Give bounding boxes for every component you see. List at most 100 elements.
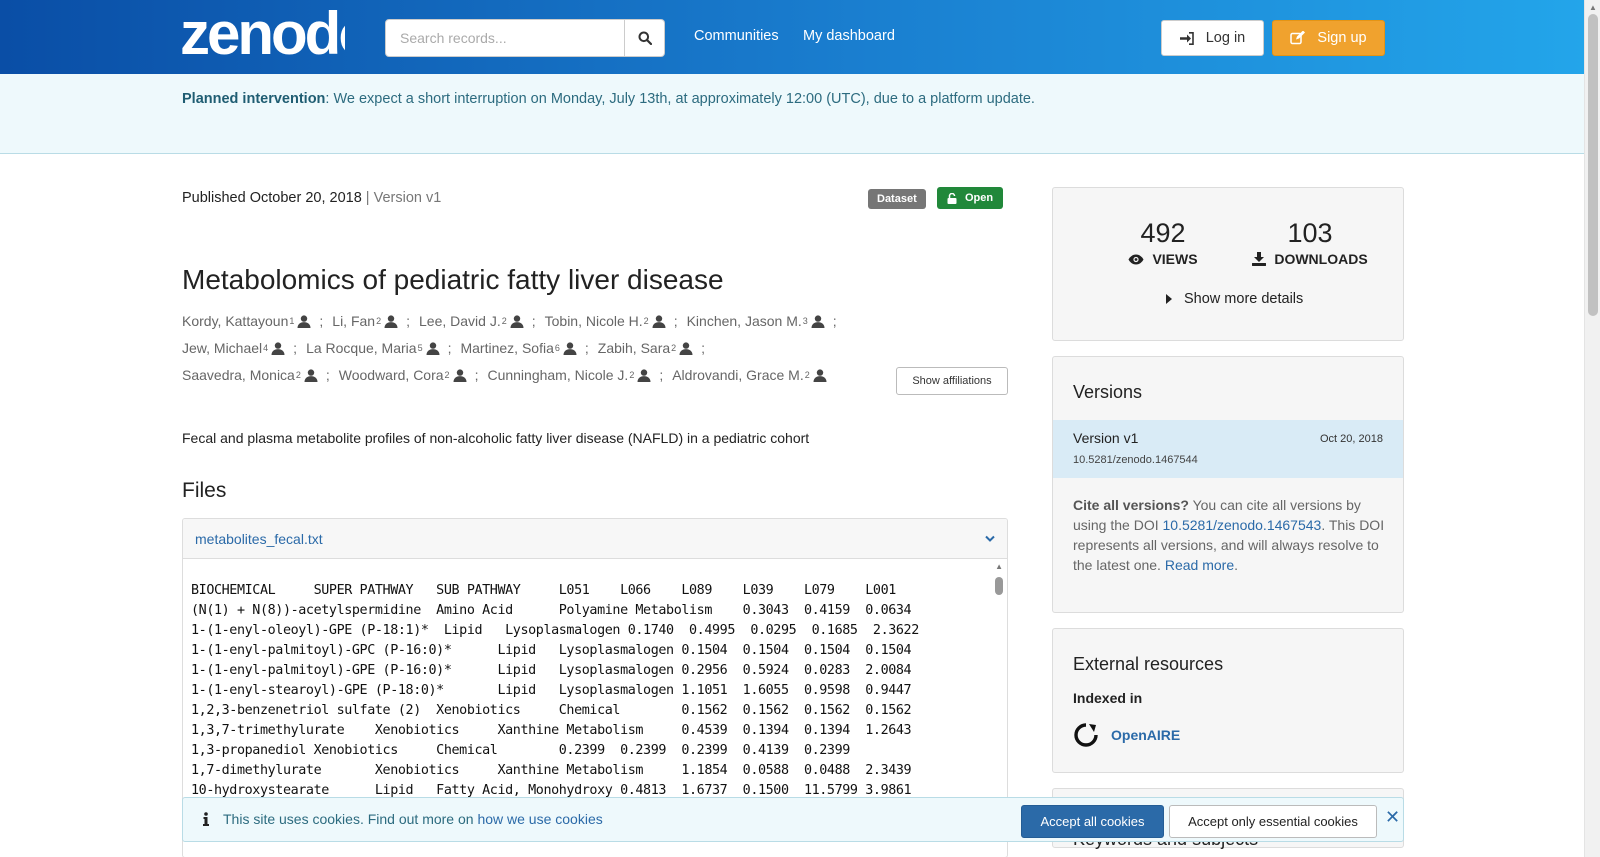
preview-line: BIOCHEMICAL SUPER PATHWAY SUB PATHWAY L0… [191,583,896,598]
info-icon [203,812,209,826]
indexed-in-label: Indexed in [1073,690,1143,706]
page-scrollbar[interactable]: ▲ [1584,0,1600,857]
external-resources-heading: External resources [1073,654,1224,674]
signup-button[interactable]: Sign up [1272,20,1385,56]
author-item[interactable]: Cunningham, Nicole J. 2 [487,362,651,389]
external-resources-card: External resources Indexed in OpenAIRE [1052,628,1404,773]
page-scrollbar-thumb[interactable] [1588,14,1598,316]
author-separator: ; [293,340,298,356]
versions-card: Versions Version v1 Oct 20, 2018 10.5281… [1052,356,1404,613]
scroll-up-icon[interactable]: ▲ [1589,3,1597,12]
author-separator: ; [701,340,706,356]
author-item[interactable]: Tobin, Nicole H. 2 [545,308,666,335]
accept-all-cookies-button[interactable]: Accept all cookies [1021,805,1164,838]
read-more-link[interactable]: Read more [1165,557,1234,573]
author-item[interactable]: Zabih, Sara 2 [598,335,693,362]
author-item[interactable]: La Rocque, Maria 5 [306,335,440,362]
downloads-stat: 103 DOWNLOADS [1240,218,1380,267]
author-item[interactable]: Kinchen, Jason M. 3 [687,308,825,335]
download-icon [1252,252,1267,266]
search-button[interactable] [625,19,665,57]
eye-icon [1128,254,1144,264]
version-item[interactable]: Version v1 Oct 20, 2018 10.5281/zenodo.1… [1053,420,1403,478]
files-heading: Files [182,479,227,502]
search-input[interactable] [385,19,625,57]
preview-scrollbar-thumb[interactable] [995,577,1003,595]
author-separator: ; [447,340,452,356]
author-item[interactable]: Martinez, Sofia 6 [460,335,577,362]
author-affiliation-number: 2 [804,370,810,380]
cookie-text: This site uses cookies. Find out more on [223,811,478,827]
user-icon [637,369,651,382]
search-icon [638,31,652,45]
preview-line: 1,3-propanediol Xenobiotics Chemical 0.2… [191,743,850,758]
zenodo-logo[interactable]: zenodo [180,6,345,62]
author-name: Kordy, Kattayoun [182,313,289,329]
nav-my-dashboard[interactable]: My dashboard [803,28,895,44]
user-icon [510,315,524,328]
close-icon[interactable]: ✕ [1385,807,1400,828]
user-icon [297,315,311,328]
show-affiliations-button[interactable]: Show affiliations [896,367,1008,395]
author-item[interactable]: Aldrovandi, Grace M. 2 [672,362,827,389]
user-icon [652,315,666,328]
banner-text: : We expect a short interruption on Mond… [325,91,1035,107]
openaire-icon [1074,723,1098,747]
author-affiliation-number: 2 [295,370,301,380]
author-item[interactable]: Jew, Michael 4 [182,335,285,362]
preview-scroll-up-icon[interactable]: ▲ [995,562,1003,571]
version-date: Oct 20, 2018 [1320,433,1383,445]
cookie-banner: This site uses cookies. Find out more on… [182,797,1404,842]
author-affiliation-number: 4 [263,343,269,353]
author-item[interactable]: Lee, David J. 2 [419,308,524,335]
author-affiliation-number: 3 [802,316,808,326]
login-button[interactable]: Log in [1161,20,1264,56]
author-name: Kinchen, Jason M. [686,313,802,329]
author-separator: ; [673,313,678,329]
openaire-link[interactable]: OpenAIRE [1073,722,1180,748]
user-icon [813,369,827,382]
author-name: La Rocque, Maria [306,340,417,356]
resource-type-badge[interactable]: Dataset [868,189,926,209]
author-name: Martinez, Sofia [460,340,554,356]
user-icon [453,369,467,382]
nav-communities[interactable]: Communities [694,28,779,44]
record-description: Fecal and plasma metabolite profiles of … [182,430,810,446]
login-label: Log in [1205,30,1246,46]
author-affiliation-number: 6 [554,343,560,353]
file-name-link[interactable]: metabolites_fecal.txt [195,531,323,547]
access-badge[interactable]: Open [937,187,1004,209]
author-affiliation-number: 2 [643,316,649,326]
access-badge-label: Open [965,192,994,204]
preview-line: 1-(1-enyl-oleoyl)-GPE (P-18:1)* Lipid Ly… [191,623,919,638]
author-separator: ; [325,367,330,383]
accept-essential-cookies-button[interactable]: Accept only essential cookies [1169,805,1377,838]
user-icon [811,315,825,328]
user-icon [563,342,577,355]
author-separator: ; [474,367,479,383]
author-item[interactable]: Kordy, Kattayoun 1 [182,308,311,335]
cite-tail: . [1234,557,1238,573]
cookie-policy-link[interactable]: how we use cookies [477,811,602,827]
search-form [385,19,665,57]
chevron-down-icon[interactable] [985,535,995,543]
preview-line: 1-(1-enyl-palmitoyl)-GPE (P-16:0)* Lipid… [191,663,912,678]
caret-right-icon [1166,294,1172,304]
author-separator: ; [832,313,837,329]
concept-doi-link[interactable]: 10.5281/zenodo.1467543 [1163,517,1322,533]
preview-line: 1-(1-enyl-palmitoyl)-GPC (P-16:0)* Lipid… [191,643,912,658]
author-name: Aldrovandi, Grace M. [672,367,804,383]
cite-all-title: Cite all versions? [1073,497,1189,513]
cookie-message: This site uses cookies. Find out more on… [203,811,603,827]
unlock-icon [947,192,957,204]
edit-icon [1290,31,1306,45]
file-header[interactable]: metabolites_fecal.txt [183,519,1007,559]
user-icon [679,342,693,355]
author-item[interactable]: Woodward, Cora 2 [339,362,467,389]
published-date: Published October 20, 2018 [182,190,362,206]
record-version: | Version v1 [365,190,442,206]
author-item[interactable]: Saavedra, Monica 2 [182,362,318,389]
preview-line: 1-(1-enyl-stearoyl)-GPE (P-18:0)* Lipid … [191,683,912,698]
show-more-details-button[interactable]: Show more details [1166,291,1303,307]
author-item[interactable]: Li, Fan 2 [332,308,398,335]
